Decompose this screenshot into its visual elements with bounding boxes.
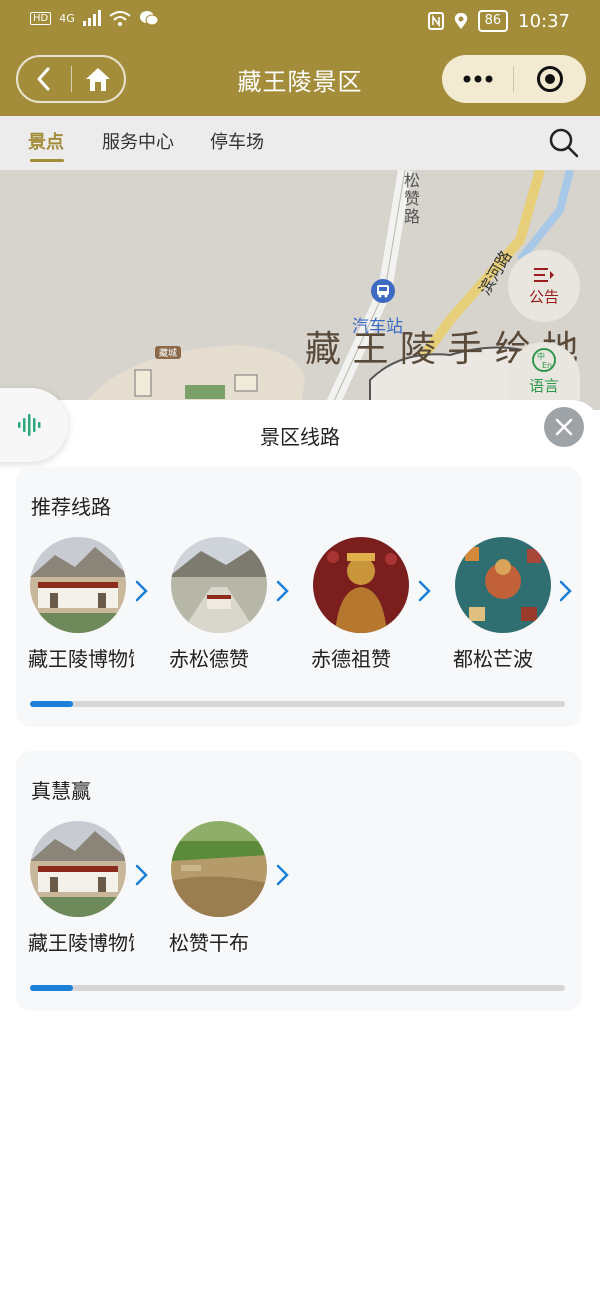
search-button[interactable]	[548, 127, 580, 159]
route-scroll-thumb[interactable]	[30, 701, 73, 707]
road-label: 松赞路	[404, 171, 421, 226]
category-tabs: 景点 服务中心 停车场	[0, 116, 600, 170]
route-title: 真慧赢	[31, 779, 91, 803]
network-label: 4G	[59, 11, 75, 25]
stop-photo	[313, 537, 409, 633]
search-icon	[549, 128, 579, 158]
tab-scenic-spots[interactable]: 景点	[28, 128, 64, 154]
tab-service-center[interactable]: 服务中心	[102, 128, 174, 154]
route-scroll-thumb[interactable]	[30, 985, 73, 991]
signal-icon	[82, 10, 101, 26]
announcement-button[interactable]: 公告	[508, 250, 580, 322]
close-program-button[interactable]	[514, 55, 585, 103]
panel-title: 景区线路	[260, 425, 340, 449]
route-stop[interactable]: 赤德祖赞	[311, 537, 423, 671]
bus-station-marker[interactable]	[371, 279, 395, 303]
stop-name: 都松芒波	[453, 647, 533, 671]
stop-name: 藏王陵博物馆	[28, 931, 134, 955]
language-icon: 中En	[532, 347, 556, 372]
wechat-icon	[139, 11, 159, 26]
route-stop[interactable]: 赤松德赞	[169, 537, 281, 671]
route-card: 推荐线路 藏王陵博物馆 赤松德赞 赤德祖赞 都松芒波	[16, 467, 581, 727]
svg-text:En: En	[542, 361, 552, 370]
stop-name: 赤松德赞	[169, 647, 249, 671]
stop-photo	[171, 821, 267, 917]
hd-icon: HD	[30, 11, 52, 25]
route-stop[interactable]: 松赞干布	[169, 821, 281, 955]
more-button[interactable]	[442, 55, 513, 103]
chevron-right-icon	[559, 580, 572, 602]
chevron-right-icon	[135, 580, 148, 602]
announcement-icon	[534, 267, 554, 282]
location-icon	[454, 13, 467, 29]
tab-parking[interactable]: 停车场	[210, 128, 264, 154]
map-small-sign: 藏城	[155, 346, 182, 359]
stop-photo	[455, 537, 551, 633]
route-stop[interactable]: 藏王陵博物馆	[28, 821, 140, 955]
route-stop[interactable]: 都松芒波	[453, 537, 565, 671]
stop-photo	[171, 537, 267, 633]
route-scroll-track[interactable]	[30, 701, 565, 707]
more-dots-icon	[463, 75, 492, 83]
tab-active-indicator	[30, 159, 64, 162]
stop-photo	[30, 821, 126, 917]
stop-name: 松赞干布	[169, 931, 249, 955]
language-label: 语言	[528, 376, 559, 395]
battery-indicator: 86	[477, 10, 509, 32]
route-title: 推荐线路	[31, 495, 111, 519]
chevron-right-icon	[276, 580, 289, 602]
status-bar: HD 4G 86 10:37	[0, 0, 600, 44]
stop-photo	[30, 537, 126, 633]
chevron-right-icon	[418, 580, 431, 602]
route-card: 真慧赢 藏王陵博物馆 松赞干布	[16, 751, 581, 1011]
chevron-right-icon	[276, 864, 289, 886]
route-stop[interactable]: 藏王陵博物馆	[28, 537, 140, 671]
wifi-icon	[109, 11, 131, 26]
svg-text:中: 中	[537, 351, 545, 361]
nfc-icon	[427, 12, 444, 30]
announcement-label: 公告	[528, 287, 559, 306]
close-icon	[555, 418, 573, 436]
stop-name: 赤德祖赞	[311, 647, 391, 671]
route-scroll-track[interactable]	[30, 985, 565, 991]
bus-icon	[377, 285, 389, 298]
mini-program-capsule	[442, 55, 586, 103]
close-panel-button[interactable]	[544, 407, 584, 447]
clock: 10:37	[518, 10, 570, 32]
stop-name: 藏王陵博物馆	[28, 647, 134, 671]
target-icon	[536, 66, 563, 92]
chevron-right-icon	[135, 864, 148, 886]
